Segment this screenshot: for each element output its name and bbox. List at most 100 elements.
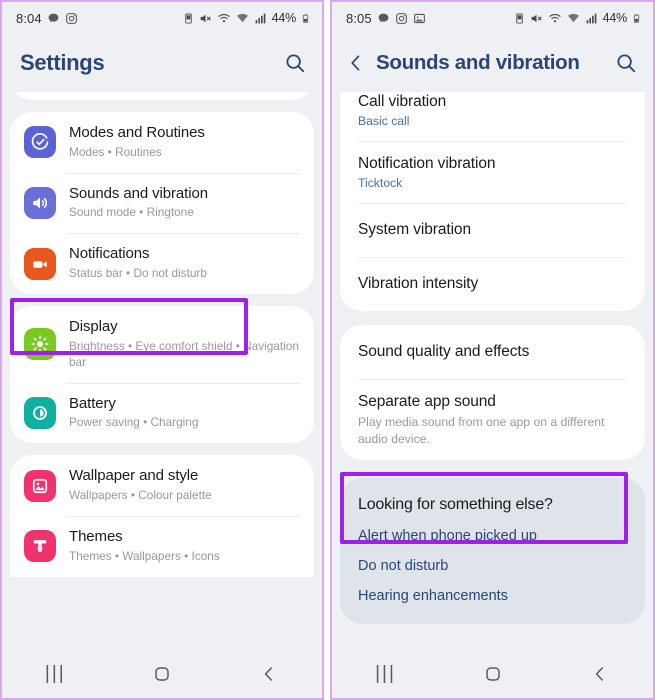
left-scroll-body[interactable]: Modes and Routines Modes • Routines Soun… (2, 92, 322, 650)
wifi-icon (236, 12, 249, 25)
list-item-subtitle: Status bar • Do not disturb (69, 266, 207, 281)
list-item-title: System vibration (358, 221, 471, 239)
instagram-icon (395, 12, 408, 25)
list-item-subtitle: Play media sound from one app on a diffe… (358, 415, 605, 446)
list-item-title: Modes and Routines (69, 124, 205, 141)
left-app-bar: Settings (2, 34, 322, 92)
signal-bars-icon (254, 12, 267, 25)
home-icon[interactable] (134, 656, 190, 692)
brightness-icon (24, 328, 56, 361)
battery-percent: 44% (602, 11, 628, 25)
list-item-subtitle: Brightness • Eye comfort shield • Naviga… (69, 338, 299, 369)
settings-group-1: Modes and Routines Modes • Routines Soun… (10, 112, 314, 295)
list-item-title: Themes (69, 527, 123, 545)
list-item-title: Vibration intensity (358, 275, 479, 293)
back-icon[interactable] (241, 656, 297, 692)
list-item-subtitle: Basic call (358, 114, 410, 129)
alarm-icon (183, 12, 194, 25)
mute-icon (199, 12, 212, 25)
wallpaper-icon (24, 469, 56, 502)
list-item-title: Notifications (69, 245, 150, 263)
list-item-title: Sounds and vibration (69, 184, 208, 202)
recents-icon[interactable]: ||| (27, 656, 83, 692)
list-item-notification-vibration[interactable]: Notification vibration Ticktock (340, 141, 645, 203)
sound-quality-card: Sound quality and effects Separate app s… (340, 325, 645, 461)
instagram-icon (65, 12, 78, 25)
left-nav-bar: ||| (2, 650, 322, 698)
list-item-subtitle: Wallpapers • Colour palette (69, 488, 212, 503)
gallery-icon (413, 12, 426, 25)
right-scroll-body[interactable]: Call vibration Basic call Notification v… (332, 92, 653, 650)
row-text: Battery Power saving • Charging (69, 395, 300, 432)
row-text: Themes Themes • Wallpapers • Icons (69, 528, 300, 565)
row-text: Sounds and vibration Sound mode • Ringto… (69, 185, 300, 222)
sidebar-item-battery[interactable]: Battery Power saving • Charging (10, 382, 314, 444)
list-item-title: Wallpaper and style (69, 467, 199, 485)
search-icon[interactable] (615, 52, 637, 74)
alarm-icon (514, 12, 525, 25)
wifi-calling-icon (548, 12, 562, 25)
home-icon[interactable] (465, 656, 521, 692)
right-nav-bar: ||| (332, 650, 653, 698)
battery-settings-icon (24, 396, 56, 429)
signal-bars-icon (585, 12, 598, 25)
sidebar-item-display[interactable]: Display Brightness • Eye comfort shield … (10, 306, 314, 383)
suggestion-link-alert-when-phone-picked-up[interactable]: Alert when phone picked up (358, 528, 627, 544)
left-status-bar: 8:04 44% (2, 2, 322, 34)
modes-routines-icon (24, 126, 56, 159)
settings-group-3: Wallpaper and style Wallpapers • Colour … (10, 455, 314, 577)
list-item-title: Notification vibration (358, 155, 496, 173)
row-text: Display Brightness • Eye comfort shield … (69, 318, 300, 371)
sidebar-item-modes-and-routines[interactable]: Modes and Routines Modes • Routines (10, 112, 314, 173)
vibration-settings-card: Call vibration Basic call Notification v… (340, 92, 645, 312)
row-text: Wallpaper and style Wallpapers • Colour … (69, 467, 300, 504)
list-item-vibration-intensity[interactable]: Vibration intensity (340, 257, 645, 311)
page-title: Sounds and vibration (376, 51, 580, 74)
right-status-bar: 8:05 44% (332, 2, 653, 34)
sidebar-item-sounds-and-vibration[interactable]: Sounds and vibration Sound mode • Ringto… (10, 172, 314, 234)
list-item-sound-quality-and-effects[interactable]: Sound quality and effects (340, 325, 645, 379)
list-item-subtitle: Themes • Wallpapers • Icons (69, 548, 220, 563)
list-item-subtitle: Modes • Routines (69, 144, 162, 159)
row-text: Notifications Status bar • Do not distur… (69, 245, 300, 282)
suggestions-heading: Looking for something else? (358, 496, 553, 514)
partial-card-top (10, 92, 314, 100)
back-icon[interactable] (572, 656, 628, 692)
page-title: Settings (20, 50, 105, 75)
recents-icon[interactable]: ||| (358, 656, 414, 692)
sidebar-item-notifications[interactable]: Notifications Status bar • Do not distur… (10, 233, 314, 294)
battery-icon (632, 12, 641, 25)
suggestion-link-hearing-enhancements[interactable]: Hearing enhancements (358, 588, 627, 604)
sidebar-item-themes[interactable]: Themes Themes • Wallpapers • Icons (10, 515, 314, 577)
row-text: Modes and Routines Modes • Routines (69, 124, 300, 161)
speaker-icon (24, 187, 56, 219)
right-app-bar: Sounds and vibration (332, 34, 653, 92)
notifications-icon (24, 247, 56, 280)
list-item-system-vibration[interactable]: System vibration (340, 203, 645, 257)
screenshot-stage: 8:04 44% Settings Modes and Routines Mod… (0, 0, 655, 700)
back-chevron-icon[interactable] (346, 53, 366, 73)
list-item-title: Battery (69, 394, 116, 412)
sidebar-item-wallpaper-and-style[interactable]: Wallpaper and style Wallpapers • Colour … (10, 455, 314, 516)
suggestion-link-do-not-disturb[interactable]: Do not disturb (358, 558, 627, 574)
themes-brush-icon (24, 530, 56, 563)
left-phone-panel: 8:04 44% Settings Modes and Routines Mod… (0, 0, 324, 700)
status-time: 8:04 (16, 10, 42, 26)
list-item-subtitle: Power saving • Charging (69, 415, 199, 430)
status-time: 8:05 (346, 10, 372, 26)
right-status-left: 8:05 (346, 11, 426, 26)
right-status-right: 44% (514, 11, 641, 25)
mute-icon (530, 12, 543, 25)
right-phone-panel: 8:05 44% Sounds and vibration Call vibra… (330, 0, 655, 700)
list-item-separate-app-sound[interactable]: Separate app sound Play media sound from… (340, 379, 645, 460)
search-icon[interactable] (284, 52, 306, 74)
left-status-right: 44% (183, 11, 310, 25)
left-status-left: 8:04 (16, 11, 78, 26)
list-item-call-vibration[interactable]: Call vibration Basic call (340, 92, 645, 141)
list-item-title: Separate app sound (358, 393, 496, 411)
list-item-subtitle: Ticktock (358, 176, 403, 191)
settings-group-2: Display Brightness • Eye comfort shield … (10, 306, 314, 444)
list-item-title: Call vibration (358, 93, 447, 110)
suggestions-card: Looking for something else? Alert when p… (340, 478, 645, 625)
list-item-subtitle: Sound mode • Ringtone (69, 205, 194, 220)
